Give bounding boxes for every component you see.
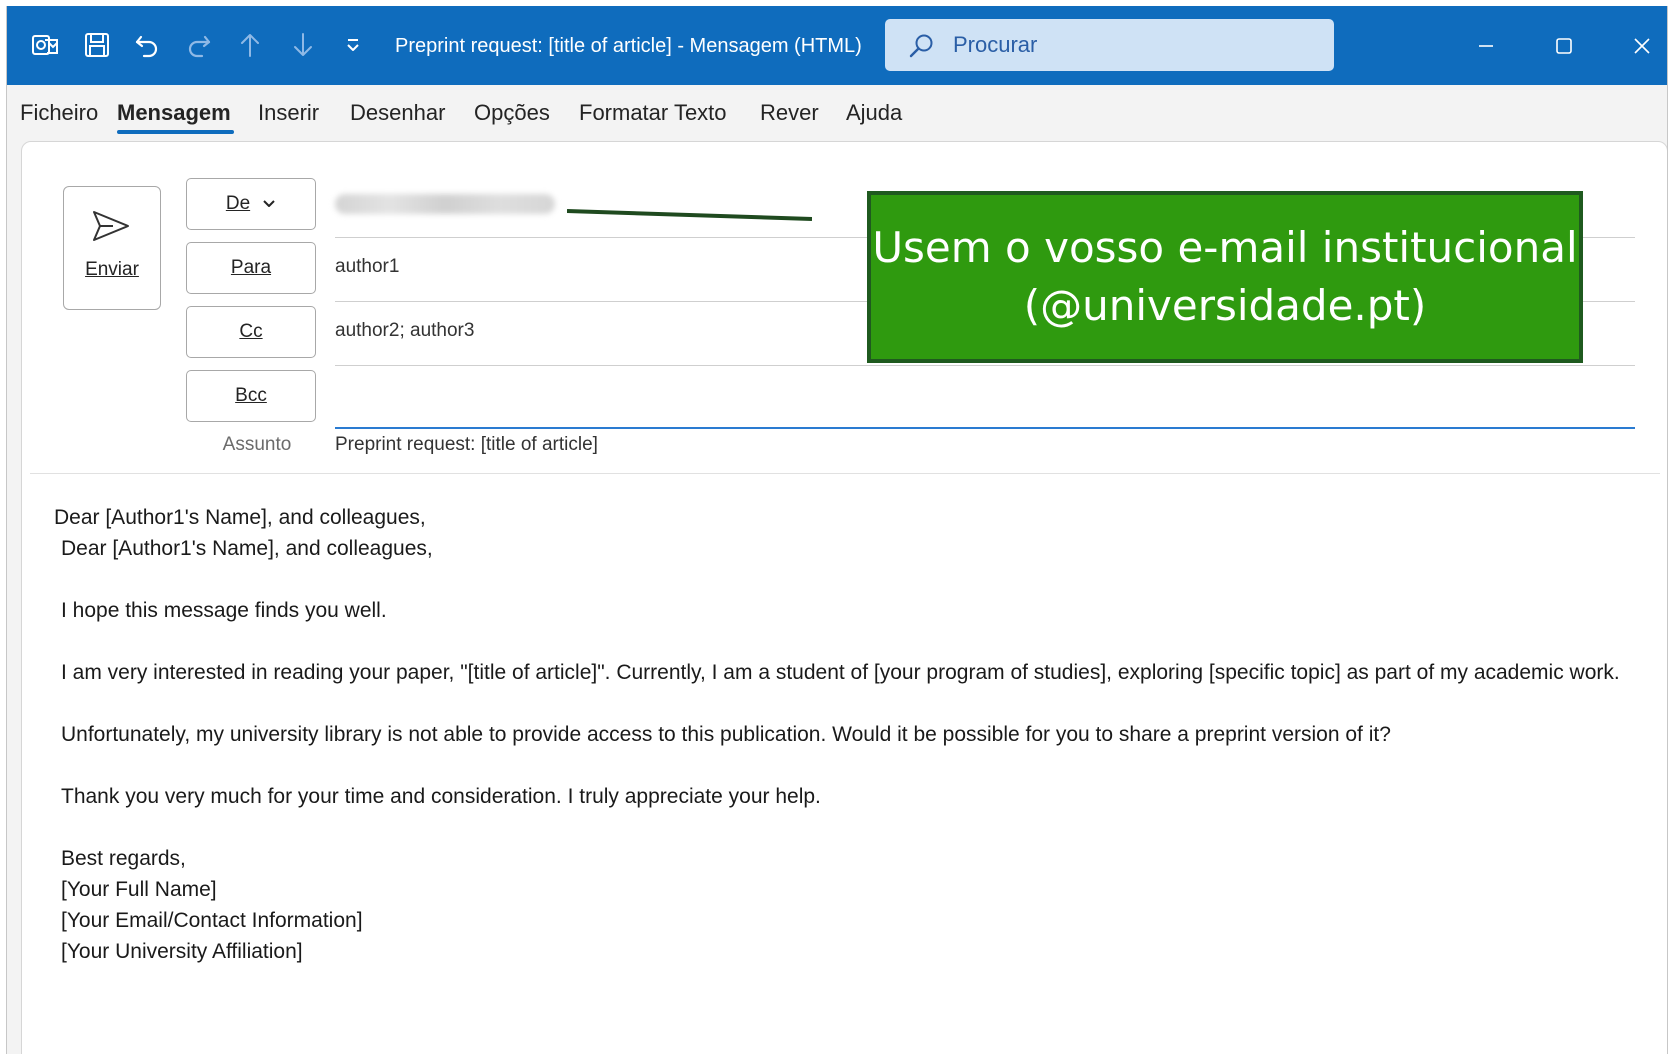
active-tab-indicator xyxy=(117,130,234,134)
undo-icon[interactable] xyxy=(131,29,163,61)
tab-mensagem[interactable]: Mensagem xyxy=(117,98,231,128)
body-line xyxy=(54,626,1644,657)
body-line: [Your University Affiliation] xyxy=(61,940,303,963)
from-button[interactable]: De xyxy=(186,178,316,230)
customize-dropdown-icon[interactable] xyxy=(337,29,369,61)
up-arrow-icon[interactable] xyxy=(234,29,266,61)
annotation-line-2: (@universidade.pt) xyxy=(1023,281,1427,330)
bcc-field-divider xyxy=(335,427,1635,429)
close-icon[interactable] xyxy=(1624,28,1660,64)
tab-ajuda[interactable]: Ajuda xyxy=(846,98,902,128)
title-bar: Preprint request: [title of article] - M… xyxy=(7,6,1667,85)
body-line: Unfortunately, my university library is … xyxy=(61,723,1391,746)
subject-label: Assunto xyxy=(222,434,292,455)
tab-rever[interactable]: Rever xyxy=(760,98,819,128)
search-icon xyxy=(907,33,935,64)
tab-opcoes[interactable]: Opções xyxy=(474,98,550,128)
search-placeholder: Procurar xyxy=(953,32,1038,57)
body-line: [Your Full Name] xyxy=(61,878,217,901)
to-label: Para xyxy=(230,257,272,278)
tab-formatar-texto[interactable]: Formatar Texto xyxy=(579,98,727,128)
down-arrow-icon[interactable] xyxy=(287,29,319,61)
maximize-icon[interactable] xyxy=(1546,28,1582,64)
body-line: Best regards, xyxy=(61,847,186,870)
tab-inserir[interactable]: Inserir xyxy=(258,98,319,128)
bcc-button[interactable]: Bcc xyxy=(186,370,316,422)
ribbon-tabs: Ficheiro Mensagem Inserir Desenhar Opçõe… xyxy=(7,85,1667,141)
body-line: I hope this message finds you well. xyxy=(61,599,387,622)
cc-field[interactable]: author2; author3 xyxy=(335,318,474,344)
body-line xyxy=(54,564,1644,595)
outlook-compose-window: Preprint request: [title of article] - M… xyxy=(6,6,1668,1054)
send-icon xyxy=(91,209,131,248)
send-button[interactable]: Enviar xyxy=(63,186,161,310)
body-line: Dear [Author1's Name], and colleagues, xyxy=(61,537,433,560)
search-box[interactable]: Procurar xyxy=(885,19,1334,71)
to-field[interactable]: author1 xyxy=(335,254,399,280)
outlook-app-icon xyxy=(29,29,61,61)
minimize-icon[interactable] xyxy=(1468,28,1504,64)
cc-field-divider xyxy=(335,365,1635,366)
from-address-redacted xyxy=(335,194,555,214)
body-line: I am very interested in reading your pap… xyxy=(61,661,1620,684)
body-line xyxy=(54,688,1644,719)
save-icon[interactable] xyxy=(81,29,113,61)
body-line xyxy=(54,812,1644,843)
cc-label: Cc xyxy=(239,321,263,342)
annotation-callout: Usem o vosso e-mail institucional (@univ… xyxy=(867,191,1583,363)
to-button[interactable]: Para xyxy=(186,242,316,294)
message-body[interactable]: Dear [Author1's Name], and colleagues, D… xyxy=(54,502,1644,967)
redo-icon[interactable] xyxy=(183,29,215,61)
body-line: Thank you very much for your time and co… xyxy=(61,785,821,808)
chevron-down-icon xyxy=(262,179,276,229)
from-label: De xyxy=(225,193,251,215)
body-line xyxy=(54,750,1644,781)
body-line: Dear [Author1's Name], and colleagues, xyxy=(54,506,426,529)
cc-button[interactable]: Cc xyxy=(186,306,316,358)
send-label: Enviar xyxy=(85,259,139,280)
subject-field[interactable]: Preprint request: [title of article] xyxy=(335,432,598,458)
body-line: [Your Email/Contact Information] xyxy=(61,909,363,932)
tab-desenhar[interactable]: Desenhar xyxy=(350,98,445,128)
annotation-line-1: Usem o vosso e-mail institucional xyxy=(872,223,1578,272)
bcc-label: Bcc xyxy=(235,385,267,406)
window-title: Preprint request: [title of article] - M… xyxy=(395,35,862,57)
tab-ficheiro[interactable]: Ficheiro xyxy=(20,98,98,128)
annotation-pointer-line xyxy=(567,209,812,221)
header-divider xyxy=(30,473,1660,474)
